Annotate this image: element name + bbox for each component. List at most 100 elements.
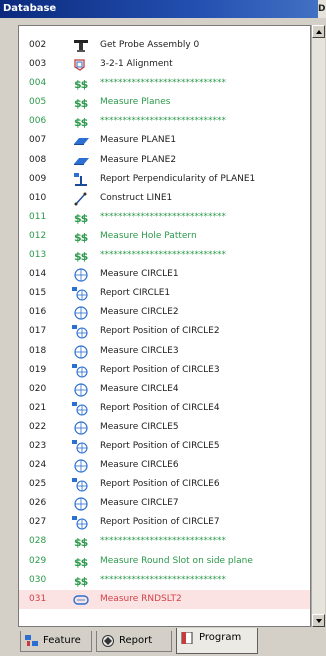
line-number: 007 — [29, 135, 47, 146]
tab-program[interactable]: Program — [176, 628, 258, 654]
command-label: Measure CIRCLE3 — [100, 345, 179, 356]
construct-line-icon — [72, 192, 90, 206]
line-number: 029 — [29, 555, 47, 566]
comment-icon: $$ — [72, 249, 90, 263]
tab-feature[interactable]: Feature — [20, 631, 92, 652]
line-number: 015 — [29, 288, 47, 299]
command-label: Measure PLANE1 — [100, 135, 177, 146]
alignment-icon — [72, 58, 90, 72]
command-label: **************************** — [100, 536, 226, 547]
plane-icon — [72, 134, 90, 148]
circle-icon — [72, 306, 90, 320]
command-row[interactable]: 020 Measure CIRCLE4 — [19, 380, 310, 399]
comment-row[interactable]: 029 $$ Measure Round Slot on side plane — [19, 552, 310, 571]
scroll-down-button[interactable] — [312, 614, 325, 627]
report-circle-icon — [72, 478, 90, 492]
circle-icon — [72, 383, 90, 397]
circle-icon — [72, 497, 90, 511]
comment-row[interactable]: 012 $$ Measure Hole Pattern — [19, 227, 310, 246]
line-number: 027 — [29, 517, 47, 528]
command-row[interactable]: 025 Report Position of CIRCLE6 — [19, 475, 310, 494]
database-tree-panel: 002 Get Probe Assembly 0 003 3-2-1 Alignmen… — [18, 25, 311, 627]
report-tab-icon — [101, 635, 115, 647]
command-list: 002 Get Probe Assembly 0 003 3-2-1 Alignmen… — [19, 36, 310, 609]
plane-icon — [72, 154, 90, 168]
command-row[interactable]: 024 Measure CIRCLE6 — [19, 456, 310, 475]
report-circle-icon — [72, 516, 90, 530]
command-label: Measure CIRCLE5 — [100, 421, 179, 432]
command-label: Measure RNDSLT2 — [100, 593, 182, 604]
probe-assembly-icon — [72, 39, 90, 53]
command-label: **************************** — [100, 250, 226, 261]
comment-row[interactable]: 004 $$ **************************** — [19, 74, 310, 93]
command-row[interactable]: 008 Measure PLANE2 — [19, 151, 310, 170]
selected-command-row[interactable]: 031 Measure RNDSLT2 — [19, 589, 310, 609]
comment-glyph: $$ — [74, 555, 88, 569]
command-label: Report Position of CIRCLE6 — [100, 479, 220, 490]
comment-row[interactable]: 013 $$ **************************** — [19, 246, 310, 265]
comment-row[interactable]: 006 $$ **************************** — [19, 112, 310, 131]
line-number: 008 — [29, 154, 47, 165]
command-row[interactable]: 018 Measure CIRCLE3 — [19, 342, 310, 361]
circle-icon — [72, 268, 90, 282]
comment-icon: $$ — [72, 535, 90, 549]
command-row[interactable]: 014 Measure CIRCLE1 — [19, 265, 310, 284]
comment-glyph: $$ — [74, 250, 88, 264]
line-number: 002 — [29, 40, 47, 50]
feature-tab-icon — [25, 635, 39, 647]
line-number: 011 — [29, 211, 47, 222]
command-row[interactable]: 026 Measure CIRCLE7 — [19, 494, 310, 513]
line-number: 005 — [29, 97, 47, 108]
line-number: 013 — [29, 250, 47, 261]
report-circle-icon — [72, 287, 90, 301]
command-row[interactable]: 010 Construct LINE1 — [19, 189, 310, 208]
command-label: Report Position of CIRCLE2 — [100, 326, 220, 337]
comment-row[interactable]: 028 $$ **************************** — [19, 532, 310, 551]
circle-icon — [72, 459, 90, 473]
comment-icon: $$ — [72, 77, 90, 91]
comment-row[interactable]: 011 $$ **************************** — [19, 208, 310, 227]
comment-glyph: $$ — [74, 230, 88, 244]
window-title: Database — [3, 3, 57, 14]
command-label: Report Position of CIRCLE4 — [100, 402, 220, 413]
command-label: Construct LINE1 — [100, 192, 173, 203]
line-number: 018 — [29, 345, 47, 356]
tab-label: Report — [119, 635, 153, 646]
command-row[interactable]: 002 Get Probe Assembly 0 — [19, 36, 310, 55]
program-tab-icon — [181, 631, 195, 645]
line-number: 014 — [29, 269, 47, 280]
command-row[interactable]: 009 Report Perpendicularity of PLANE1 — [19, 170, 310, 189]
arrow-down-icon — [316, 619, 322, 623]
circle-icon — [72, 344, 90, 359]
line-number: 003 — [29, 59, 47, 70]
command-label: Report Perpendicularity of PLANE1 — [100, 173, 256, 184]
tab-report[interactable]: Report — [96, 631, 172, 652]
command-row[interactable]: 019 Report Position of CIRCLE3 — [19, 361, 310, 380]
line-number: 026 — [29, 498, 47, 509]
command-row[interactable]: 022 Measure CIRCLE5 — [19, 418, 310, 437]
line-number: 004 — [29, 78, 47, 89]
perpendicularity-icon — [72, 172, 90, 187]
comment-row[interactable]: 005 $$ Measure Planes — [19, 93, 310, 112]
command-row[interactable]: 027 Report Position of CIRCLE7 — [19, 513, 310, 532]
tab-label: Feature — [43, 635, 81, 646]
command-row[interactable]: 007 Measure PLANE1 — [19, 131, 310, 150]
bottom-tab-bar: Feature Report Program — [18, 628, 326, 656]
slot-icon — [72, 593, 90, 607]
command-label: **************************** — [100, 78, 226, 89]
command-row[interactable]: 003 3-2-1 Alignment — [19, 55, 310, 74]
command-label: Report Position of CIRCLE3 — [100, 364, 220, 375]
scroll-up-button[interactable] — [312, 25, 325, 38]
command-row[interactable]: 015 Report CIRCLE1 — [19, 284, 310, 303]
comment-icon: $$ — [72, 115, 90, 129]
line-number: 024 — [29, 460, 47, 471]
command-row[interactable]: 016 Measure CIRCLE2 — [19, 303, 310, 322]
report-circle-icon — [72, 439, 90, 454]
line-number: 012 — [29, 230, 47, 241]
command-row[interactable]: 021 Report Position of CIRCLE4 — [19, 399, 310, 418]
command-row[interactable]: 023 Report Position of CIRCLE5 — [19, 437, 310, 456]
command-row[interactable]: 017 Report Position of CIRCLE2 — [19, 322, 310, 341]
comment-row[interactable]: 030 $$ **************************** — [19, 571, 310, 590]
vertical-scrollbar[interactable] — [311, 25, 325, 627]
line-number: 009 — [29, 173, 47, 184]
